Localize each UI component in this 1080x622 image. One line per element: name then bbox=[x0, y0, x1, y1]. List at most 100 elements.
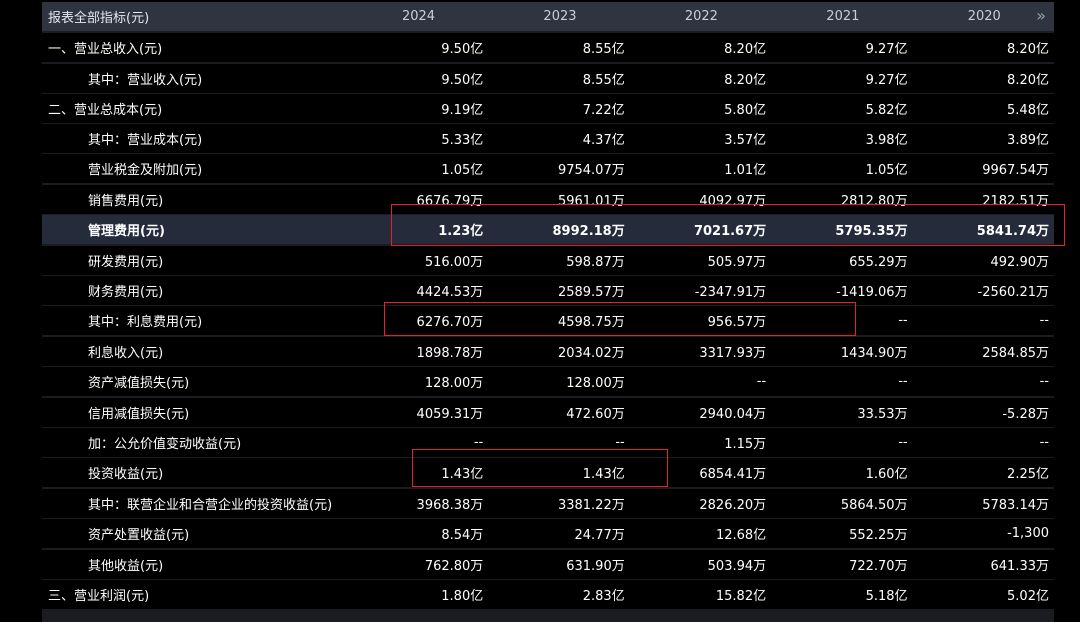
row-value: 33.53万 bbox=[773, 398, 913, 427]
row-value: -- bbox=[348, 428, 489, 457]
row-value: 9967.54万 bbox=[914, 154, 1054, 183]
row-value: 8.54万 bbox=[348, 519, 489, 548]
table-row[interactable]: 投资收益(元) 1.43亿 1.43亿 6854.41万 1.60亿 2.25亿 bbox=[42, 458, 1054, 487]
row-value: -- bbox=[773, 367, 913, 396]
table-row[interactable]: 利息收入(元) 1898.78万 2034.02万 3317.93万 1434.90万 2… bbox=[42, 337, 1054, 366]
row-value: 15.82亿 bbox=[631, 580, 772, 609]
table-row[interactable]: 三、营业利润(元) 1.80亿 2.83亿 15.82亿 5.18亿 5.02亿 bbox=[42, 580, 1054, 609]
year-header-2021[interactable]: 2021 bbox=[773, 2, 913, 31]
row-value: 762.80万 bbox=[348, 550, 489, 579]
row-value: 24.77万 bbox=[490, 519, 630, 548]
row-label: 其中：营业收入(元) bbox=[42, 64, 345, 93]
financial-table: 报表全部指标(元) 2024 2023 2022 2021 2020» 一、营业… bbox=[42, 2, 1054, 622]
row-value: 8.20亿 bbox=[914, 33, 1054, 62]
row-value: 722.70万 bbox=[773, 550, 913, 579]
row-value: 9.19亿 bbox=[348, 94, 489, 123]
row-value: 3.98亿 bbox=[773, 124, 913, 153]
table-title: 报表全部指标(元) bbox=[42, 2, 345, 31]
row-value: 1.43亿 bbox=[490, 458, 630, 487]
row-label: 三、营业利润(元) bbox=[42, 580, 345, 609]
table-row[interactable]: 其中：利息费用(元) 6276.70万 4598.75万 956.57万 -- -- bbox=[42, 306, 1054, 335]
row-label: 销售费用(元) bbox=[42, 185, 345, 214]
row-value: -1419.06万 bbox=[773, 276, 913, 305]
year-header-2024[interactable]: 2024 bbox=[348, 2, 489, 31]
row-value: 9.50亿 bbox=[348, 64, 489, 93]
table-row[interactable]: 加：公允价值变动收益(元) -- -- 1.15万 -- -- bbox=[42, 428, 1054, 457]
row-value: 492.90万 bbox=[914, 246, 1054, 275]
row-value: 5783.14万 bbox=[914, 489, 1054, 518]
row-label: 信用减值损失(元) bbox=[42, 398, 345, 427]
row-value: 956.57万 bbox=[631, 306, 772, 335]
row-value: -- bbox=[914, 306, 1054, 335]
row-value: 8.20亿 bbox=[914, 64, 1054, 93]
row-value: 6854.41万 bbox=[631, 458, 772, 487]
table-row[interactable]: 管理费用(元) 1.23亿 8992.18万 7021.67万 5795.35万 5841… bbox=[42, 215, 1054, 244]
row-value: 8.20亿 bbox=[631, 33, 772, 62]
row-value: 2589.57万 bbox=[490, 276, 630, 305]
row-label: 其中：利息费用(元) bbox=[42, 306, 345, 335]
row-value: 5841.74万 bbox=[914, 215, 1054, 244]
row-value: 9754.07万 bbox=[490, 154, 630, 183]
row-value: 9.27亿 bbox=[773, 64, 913, 93]
table-row[interactable]: 信用减值损失(元) 4059.31万 472.60万 2940.04万 33.53万 -5… bbox=[42, 398, 1054, 427]
row-value: 2034.02万 bbox=[490, 337, 630, 366]
row-label: 投资收益(元) bbox=[42, 458, 345, 487]
row-value: 2940.04万 bbox=[631, 398, 772, 427]
row-value: 472.60万 bbox=[490, 398, 630, 427]
row-value: 655.29万 bbox=[773, 246, 913, 275]
row-value: 2.25亿 bbox=[914, 458, 1054, 487]
row-value: 9.27亿 bbox=[773, 33, 913, 62]
row-value: -1,300 bbox=[914, 519, 1054, 548]
row-value: 598.87万 bbox=[490, 246, 630, 275]
row-value: 1.60亿 bbox=[773, 458, 913, 487]
table-row[interactable]: 销售费用(元) 6676.79万 5961.01万 4092.97万 2812.80万 2… bbox=[42, 185, 1054, 214]
row-value: 7021.67万 bbox=[631, 215, 772, 244]
table-row[interactable]: 资产处置收益(元) 8.54万 24.77万 12.68亿 552.25万 -1,300 bbox=[42, 519, 1054, 548]
row-value: 5.80亿 bbox=[631, 94, 772, 123]
table-row[interactable]: 其他收益(元) 762.80万 631.90万 503.94万 722.70万 641.3… bbox=[42, 550, 1054, 579]
row-value: 1.05亿 bbox=[348, 154, 489, 183]
table-row[interactable]: 其中：联营企业和合营企业的投资收益(元) 3968.38万 3381.22万 2826… bbox=[42, 489, 1054, 518]
row-value: 5.18亿 bbox=[773, 580, 913, 609]
table-row[interactable]: 营业税金及附加(元) 1.05亿 9754.07万 1.01亿 1.05亿 9967.54… bbox=[42, 154, 1054, 183]
double-chevron-right-icon[interactable]: » bbox=[1036, 6, 1046, 25]
row-value: 5795.35万 bbox=[773, 215, 913, 244]
table-row[interactable]: 一、营业总收入(元) 9.50亿 8.55亿 8.20亿 9.27亿 8.20亿 bbox=[42, 33, 1054, 62]
table-row[interactable]: 财务费用(元) 4424.53万 2589.57万 -2347.91万 -1419.06… bbox=[42, 276, 1054, 305]
row-value: 5.33亿 bbox=[348, 124, 489, 153]
row-value: -5.28万 bbox=[914, 398, 1054, 427]
row-label: 其他收益(元) bbox=[42, 550, 345, 579]
table-row[interactable]: 其中：营业成本(元) 5.33亿 4.37亿 3.57亿 3.98亿 3.89亿 bbox=[42, 124, 1054, 153]
row-value: 641.33万 bbox=[914, 550, 1054, 579]
row-value: 503.94万 bbox=[631, 550, 772, 579]
table-row[interactable]: 其中：营业收入(元) 9.50亿 8.55亿 8.20亿 9.27亿 8.20亿 bbox=[42, 64, 1054, 93]
row-value: 1.23亿 bbox=[348, 215, 489, 244]
year-header-2022[interactable]: 2022 bbox=[631, 2, 772, 31]
row-label: 资产处置收益(元) bbox=[42, 519, 345, 548]
row-value: 631.90万 bbox=[490, 550, 630, 579]
row-label: 财务费用(元) bbox=[42, 276, 345, 305]
row-value: -- bbox=[631, 367, 772, 396]
row-label: 营业税金及附加(元) bbox=[42, 154, 345, 183]
table-row[interactable]: 二、营业总成本(元) 9.19亿 7.22亿 5.80亿 5.82亿 5.48亿 bbox=[42, 94, 1054, 123]
row-label: 利息收入(元) bbox=[42, 337, 345, 366]
row-value: 5.82亿 bbox=[773, 94, 913, 123]
row-value: 552.25万 bbox=[773, 519, 913, 548]
row-value: 1.05亿 bbox=[773, 154, 913, 183]
row-value: 516.00万 bbox=[348, 246, 489, 275]
year-header-2020[interactable]: 2020» bbox=[914, 2, 1054, 31]
table-row[interactable]: 资产减值损失(元) 128.00万 128.00万 -- -- -- bbox=[42, 367, 1054, 396]
table-row[interactable]: 研发费用(元) 516.00万 598.87万 505.97万 655.29万 492.9… bbox=[42, 246, 1054, 275]
row-value: 4092.97万 bbox=[631, 185, 772, 214]
row-value: 1434.90万 bbox=[773, 337, 913, 366]
row-value: 5.02亿 bbox=[914, 580, 1054, 609]
row-value: 128.00万 bbox=[490, 367, 630, 396]
row-value: 1.80亿 bbox=[348, 580, 489, 609]
row-value: 128.00万 bbox=[348, 367, 489, 396]
row-label: 资产减值损失(元) bbox=[42, 367, 345, 396]
row-value: 4059.31万 bbox=[348, 398, 489, 427]
row-value: -2347.91万 bbox=[631, 276, 772, 305]
row-value: 9.50亿 bbox=[348, 33, 489, 62]
row-value: 2826.20万 bbox=[631, 489, 772, 518]
year-header-2023[interactable]: 2023 bbox=[490, 2, 630, 31]
